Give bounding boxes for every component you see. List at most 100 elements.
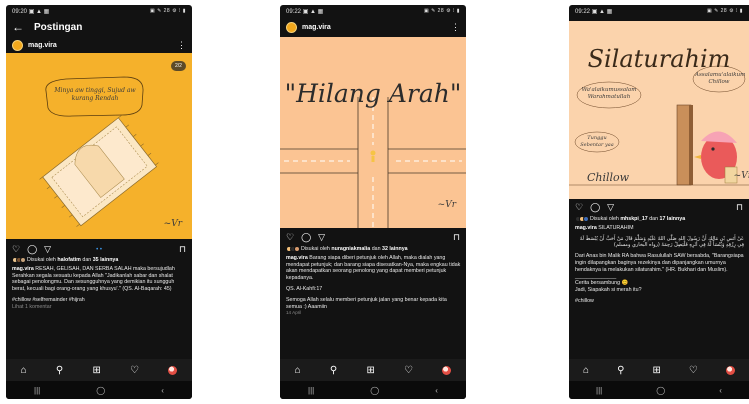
caption-hashtags[interactable]: #chillow [575,298,744,305]
share-icon[interactable]: ▽ [44,244,51,255]
home-button-icon[interactable]: ◯ [656,386,665,395]
activity-heart-icon[interactable]: ♡ [130,365,139,376]
like-heart-icon[interactable]: ♡ [575,202,583,213]
likes-line[interactable]: Disukai oleh halofatim dan 35 lainnya [12,257,187,264]
status-bar: 09:20 ▣ ▲ ▦ ▣ ✎ 28 ⚙ ⁞ ▮ [6,5,192,17]
add-post-icon[interactable]: ⊞ [652,365,660,376]
recent-apps-icon[interactable]: ||| [34,386,40,395]
avatar[interactable] [286,22,297,33]
caption-body: Dari Anas bin Malik RA bahwa Rasulullah … [575,253,744,273]
liked-count[interactable]: 17 lainnya [660,216,686,222]
view-comments-link[interactable]: Lihat 1 komentar [12,304,187,311]
comment-icon[interactable]: ◯ [301,232,311,243]
phone-screen-2: 09:22 ▣ ▲ ▦ ▣ ✎ 28 ⚙ ⁞ ▮ mag.vira ⋮ "Hil… [280,5,466,399]
liked-count[interactable]: 35 lainnya [93,257,119,263]
signature: ~Vr [733,171,749,181]
back-button-icon[interactable]: ‹ [719,386,722,395]
add-post-icon[interactable]: ⊞ [93,365,101,376]
caption-username[interactable]: mag.vira [286,255,308,261]
back-arrow-icon[interactable]: ← [12,20,24,34]
post-caption: Disukai oleh mhskpi_17 dan 17 lainnya ma… [575,216,744,305]
liked-user[interactable]: halofatim [57,257,81,263]
notification-icons: ▣ ▲ ▦ [591,8,613,15]
caption-username[interactable]: mag.vira [12,266,34,272]
clock: 09:22 [286,8,302,15]
post-image[interactable]: "Hilang Arah" ~Vr [280,37,466,228]
more-options-icon[interactable]: ⋮ [451,22,460,33]
image-title: Silaturahim [587,45,731,73]
bookmark-icon[interactable]: ⊓ [736,202,743,213]
add-post-icon[interactable]: ⊞ [367,365,375,376]
account-name[interactable]: mag.vira [28,42,57,49]
profile-avatar-icon[interactable] [725,365,735,375]
comment-icon[interactable]: ◯ [590,202,600,213]
prayer-mat-illustration [39,76,159,227]
post-image[interactable]: Silaturahim Wa'alaikumussalam Warahmatul… [569,21,749,199]
like-heart-icon[interactable]: ♡ [286,232,294,243]
likes-line[interactable]: Disukai oleh mhskpi_17 dan 17 lainnya [575,216,744,223]
search-icon[interactable]: ⚲ [617,365,624,376]
clock: 09:22 [575,8,591,15]
system-icons: ▣ ✎ 28 ⚙ ⁞ ▮ [423,8,460,14]
back-button-icon[interactable]: ‹ [435,386,438,395]
notification-icons: ▣ ▲ ▦ [28,8,50,15]
bottom-tab-bar: ⌂ ⚲ ⊞ ♡ [280,359,466,381]
activity-heart-icon[interactable]: ♡ [689,365,698,376]
recent-apps-icon[interactable]: ||| [596,386,602,395]
account-name[interactable]: mag.vira [302,24,331,31]
more-options-icon[interactable]: ⋮ [177,40,186,51]
share-icon[interactable]: ▽ [607,202,614,213]
liked-count[interactable]: 32 lainnya [382,246,408,252]
post-caption: Disukai oleh nuragniakmalia dan 32 lainn… [286,246,461,317]
caption-closing: Semoga Allah selalu memberi petunjuk jal… [286,296,447,310]
wait-bubble-text: Tunggu Sebentar yaa [580,135,614,148]
liked-mid: dan [371,246,381,252]
liked-prefix: Disukai oleh [301,246,330,252]
post-actions: ♡ ◯ ▽ ⊓ [280,231,466,244]
caption-body: Barang siapa diberi petunjuk oleh Allah,… [286,254,461,282]
post-header: mag.vira ⋮ [6,37,192,54]
post-header: mag.vira ⋮ [280,19,466,36]
activity-heart-icon[interactable]: ♡ [404,365,413,376]
caption-hashtags[interactable]: #chillow #selfremainder #hijrah [12,297,187,304]
liked-user[interactable]: nuragniakmalia [331,246,370,252]
liked-user[interactable]: mhskpi_17 [620,216,647,222]
back-button-icon[interactable]: ‹ [161,386,164,395]
comment-icon[interactable]: ◯ [27,244,37,255]
profile-avatar-icon[interactable] [168,365,178,375]
post-actions: ♡ ◯ ▽ ⊓ [569,201,749,214]
like-heart-icon[interactable]: ♡ [12,244,20,255]
android-nav-bar: ||| ◯ ‹ [6,381,192,399]
post-image[interactable]: 2/2 Minya aw tinggi, Sujud aw kurang Ren… [6,53,192,239]
avatar[interactable] [12,40,23,51]
home-button-icon[interactable]: ◯ [96,386,105,395]
status-bar: 09:22 ▣ ▲ ▦ ▣ ✎ 28 ⚙ ⁞ ▮ [569,5,749,17]
search-icon[interactable]: ⚲ [56,365,63,376]
home-icon[interactable]: ⌂ [583,365,589,376]
bookmark-icon[interactable]: ⊓ [453,232,460,243]
likes-line[interactable]: Disukai oleh nuragniakmalia dan 32 lainn… [286,246,461,253]
recent-apps-icon[interactable]: ||| [308,386,314,395]
share-icon[interactable]: ▽ [318,232,325,243]
profile-avatar-icon[interactable] [442,365,452,375]
reply-bubble-text: Wa'alaikumussalam Warahmatullah [581,87,637,100]
caption-line-2: Jadi, Siapakah si merah itu? [575,287,642,294]
search-icon[interactable]: ⚲ [330,365,337,376]
caption-username[interactable]: mag.vira [575,225,597,231]
bottom-tab-bar: ⌂ ⚲ ⊞ ♡ [6,359,192,381]
home-icon[interactable]: ⌂ [21,365,27,376]
caption-line-1: Cerita bersambung 😊 [575,280,629,287]
system-icons: ▣ ✎ 28 ⚙ ⁞ ▮ [149,8,186,14]
home-button-icon[interactable]: ◯ [370,386,379,395]
caption-reference: QS. Al-Kahfi:17 [286,285,323,292]
notification-icons: ▣ ▲ ▦ [302,8,324,15]
liked-mid: dan [649,216,659,222]
caption-arabic: عَنْ أَنَسِ بْنِ مَالِكٍ أَنَّ رَسُولَ ا… [579,235,744,249]
liker-avatars [12,257,26,264]
home-icon[interactable]: ⌂ [295,365,301,376]
clock: 09:20 [12,8,28,15]
image-title: "Hilang Arah" [284,79,462,108]
brand-name: Chillow [587,171,630,184]
bookmark-icon[interactable]: ⊓ [179,244,186,255]
post-caption: Disukai oleh halofatim dan 35 lainnya ma… [12,257,187,311]
